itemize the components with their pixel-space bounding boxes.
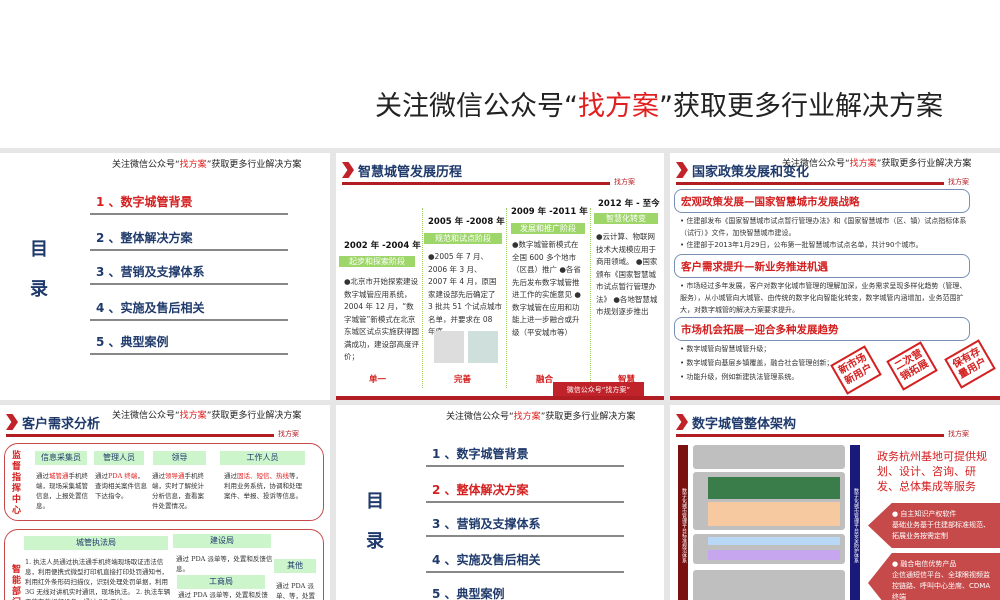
tag: 找方案 [614, 178, 635, 186]
slide-toc-1[interactable]: 关注微信公众号“找方案”获取更多行业解决方案 目 录 1 、数字城管背景 2 、… [0, 153, 330, 400]
tag: 找方案 [948, 178, 969, 186]
point-box: ● 自主知识产权软件 基础业务基于住建部标准规范、拓展业务按需定制 [868, 503, 1000, 548]
dept-name: 城管执法局 [24, 536, 168, 550]
section-heading: 宏观政策发展—国家智慧城市发展战略 [674, 189, 970, 213]
document-image [468, 331, 498, 363]
toc-side-label: 录 [30, 279, 48, 300]
year: 2009 年 -2011 年 [511, 207, 588, 217]
slide-title: 智慧城管发展历程 [358, 165, 463, 180]
watermark: 关注微信公众号“找方案”获取更多行业解决方案 [112, 411, 302, 421]
chevron-icon [342, 162, 354, 178]
toc-item[interactable]: 1 、数字城管背景 [426, 445, 624, 467]
toc-side-label: 目 [366, 491, 384, 512]
role-text: 通过PDA 终端，查询相关案件信息下达指令。 [95, 472, 147, 500]
role-label: 管理人员 [94, 451, 144, 465]
year: 2012 年 - 至今 [598, 199, 660, 209]
stage-text: ●数字城管新模式在全国 600 多个地市（区县）推广 ●各省先后发布数字城管推进… [512, 240, 581, 337]
headline: 政务杭州基地可提供规划、设计、咨询、研发、总体集成等服务 [877, 450, 987, 493]
toc-item[interactable]: 4 、实施及售后相关 [426, 551, 624, 573]
dept-name: 其他 [274, 559, 316, 573]
stage-keyword: 融合 [536, 375, 554, 385]
arch-blocks [708, 537, 840, 545]
toc-item[interactable]: 2 、整体解决方案 [426, 481, 624, 503]
slide-title: 客户需求分析 [22, 417, 101, 432]
arch-layer [693, 570, 845, 600]
toc-side-label: 目 [30, 239, 48, 260]
slide-needs[interactable]: 客户需求分析 找方案 关注微信公众号“找方案”获取更多行业解决方案 监督指挥中心 … [0, 405, 330, 600]
stage-label: 发展和推广阶段 [511, 223, 585, 234]
dept-name: 建设局 [173, 534, 271, 548]
section-heading: 市场机会拓展—迎合多种发展趋势 [674, 317, 970, 341]
toc-item[interactable]: 5 、典型案例 [90, 333, 288, 355]
stage-label: 规范和试点阶段 [424, 233, 502, 244]
year: 2005 年 -2008 年 [428, 217, 505, 227]
year: 2002 年 -2004 年 [344, 241, 421, 251]
stage-label: 智慧化转变 [594, 213, 658, 224]
section-heading: 客户需求提升—新业务推进机遇 [674, 254, 970, 278]
left-bar: 数字化城市管理平台标准规范体系 [678, 445, 688, 600]
toc-item[interactable]: 1 、数字城管背景 [90, 193, 288, 215]
banner-title: 关注微信公众号“找方案”获取更多行业解决方案 [375, 91, 943, 122]
bullet: • 市场经过多年发展，客户对数字化城市管理的理解加深，业务需求呈现多样化趋势（管… [680, 282, 967, 314]
toc-item[interactable]: 4 、实施及售后相关 [90, 299, 288, 321]
role-label: 信息采集员 [35, 451, 87, 465]
watermark: 关注微信公众号“找方案”获取更多行业解决方案 [446, 412, 636, 422]
document-image [434, 331, 464, 363]
dept-text: 1. 执法人员通过执法通手机终端现场取证违法信息，利用便携式微型打印机直接打印处… [25, 558, 171, 600]
stage-keyword: 单一 [369, 375, 387, 385]
slide-header: 数字城管整体架构找方案 [676, 411, 976, 438]
stage-keyword: 完善 [454, 375, 472, 385]
toc-item[interactable]: 3 、营销及支撑体系 [426, 515, 624, 537]
arch-layer [693, 445, 845, 469]
dept-text: 通过 PDA 派单等，处置和反馈信息。 [178, 591, 268, 599]
chevron-icon [676, 414, 688, 430]
arch-blocks [708, 477, 840, 499]
stage-text: ●北京市开始探索建设数字城管应用系统， 2004 年 12 月，“数字城管”新模… [344, 277, 419, 361]
toc-side-label: 录 [366, 531, 384, 552]
tag: 找方案 [278, 430, 299, 438]
dept-text: 通过 PDA 派单、等，处置和反馈 [276, 582, 315, 600]
stage-text: ●云计算、物联网技术大规模应用于商用领域。 ●国家颁布《国家智慧城市试点暂行管理… [596, 232, 658, 316]
slide-history[interactable]: 智慧城管发展历程找方案 2002 年 -2004 年 起步和探索阶段 ●北京市开… [336, 153, 664, 400]
slide-title: 数字城管整体架构 [692, 417, 797, 432]
role-text: 通过领导通手机终端，实时了解统计分析信息，查看案件处置情况。 [152, 472, 204, 510]
banner-area: 关注微信公众号“找方案”获取更多行业解决方案 [0, 0, 1000, 148]
center-label: 监督指挥中心 [12, 451, 22, 516]
dept-name: 工商局 [177, 575, 265, 589]
toc-item[interactable]: 3 、营销及支撑体系 [90, 263, 288, 285]
watermark: 关注微信公众号“找方案”获取更多行业解决方案 [112, 160, 302, 170]
toc-item[interactable]: 2 、整体解决方案 [90, 229, 288, 251]
stage-label: 起步和探索阶段 [339, 256, 415, 267]
slide-policy[interactable]: 国家政策发展和变化 找方案 关注微信公众号“找方案”获取更多行业解决方案 宏观政策… [670, 153, 1000, 400]
dept-text: 通过 PDA 派单等，处置和反馈信息。 [176, 555, 273, 573]
dept-label: 智能部门 [12, 565, 22, 600]
slide-header: 智慧城管发展历程找方案 [342, 159, 642, 186]
role-label: 工作人员 [220, 451, 305, 465]
stage-text: ●2005 年 7 月、 2006 年 3 月、 2007 年 4 月，原国家建… [428, 252, 502, 336]
arch-blocks [708, 502, 840, 526]
watermark: 关注微信公众号“找方案”获取更多行业解决方案 [782, 159, 972, 169]
toc-item[interactable]: 5 、典型案例 [426, 585, 624, 600]
role-text: 通过固话、短信、热线等，利用业务系统，协调和处理案件、举报、投诉等信息。 [224, 472, 302, 500]
chevron-icon [676, 162, 688, 178]
bullet: • 住建部发布《国家智慧城市试点暂行管理办法》和《国家智慧城市（区、镇）试点指标… [680, 217, 967, 237]
bullet: • 住建部于2013年1月29日，公布第一批智慧城市试点名单，共计90个城市。 [680, 241, 923, 249]
role-text: 通过城管通手机终端，现场采集城管信息，上报处置信息。 [36, 472, 88, 510]
slide-architecture[interactable]: 数字城管整体架构找方案 数字化城市管理平台标准规范体系 数字化城市管理平台安全防… [670, 405, 1000, 600]
tag: 找方案 [948, 430, 969, 438]
right-bar: 数字化城市管理平台安全防护体系 [850, 445, 860, 600]
chevron-icon [6, 414, 18, 430]
point-box: ● 融合电信优势产品 企信通短信平台、全球眼视频监控链路、呼叫中心坐席、CDMA … [868, 553, 1000, 600]
arch-blocks [708, 550, 840, 560]
role-label: 领导 [153, 451, 206, 465]
slide-toc-2[interactable]: 关注微信公众号“找方案”获取更多行业解决方案 目 录 1 、数字城管背景 2 、… [336, 405, 664, 600]
